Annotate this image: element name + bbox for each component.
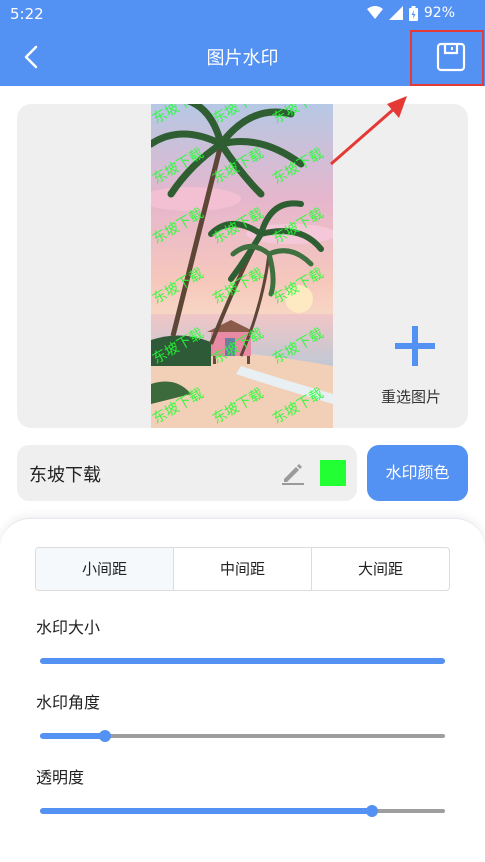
battery-icon [408, 5, 418, 21]
opacity-label: 透明度 [36, 768, 85, 787]
spacing-option-small[interactable]: 小间距 [36, 548, 174, 590]
opacity-slider[interactable] [40, 801, 445, 821]
wifi-icon [366, 6, 383, 19]
status-bar: 5:22 92% [0, 0, 485, 28]
opacity-slider-fill [40, 808, 373, 814]
angle-slider-thumb[interactable] [98, 730, 111, 742]
watermark-text-field[interactable]: 东坡下载 [17, 445, 357, 501]
angle-slider-fill [40, 733, 105, 739]
status-icons: 92% [366, 5, 455, 21]
spacing-selector: 小间距 中间距 大间距 [35, 547, 450, 591]
spacing-option-medium[interactable]: 中间距 [174, 548, 312, 590]
image-preview-area: 东坡下载 东坡下载 东坡下载 东坡下载 东坡下载 东坡下载 东坡下载 东坡下载 … [17, 104, 468, 428]
reselect-image-label[interactable]: 重选图片 [381, 386, 441, 407]
signal-icon [388, 6, 403, 20]
watermark-color-button[interactable]: 水印颜色 [367, 445, 468, 501]
battery-percent: 92% [423, 5, 455, 21]
angle-label: 水印角度 [36, 693, 101, 712]
size-slider[interactable] [40, 651, 445, 671]
watermark-text[interactable]: 东坡下载 [29, 461, 101, 487]
add-icon[interactable] [393, 324, 437, 368]
pencil-icon[interactable] [280, 460, 306, 486]
save-icon [436, 42, 466, 72]
save-button[interactable] [410, 30, 484, 86]
angle-slider[interactable] [40, 726, 445, 746]
watermark-color-swatch[interactable] [320, 460, 346, 486]
opacity-slider-thumb[interactable] [366, 805, 379, 817]
spacing-option-large[interactable]: 大间距 [312, 548, 449, 590]
status-time: 5:22 [10, 5, 44, 23]
preview-image: 东坡下载 东坡下载 东坡下载 东坡下载 东坡下载 东坡下载 东坡下载 东坡下载 … [151, 104, 333, 428]
size-slider-fill [40, 658, 445, 664]
app-bar: 图片水印 [0, 28, 485, 86]
size-label: 水印大小 [36, 618, 101, 637]
